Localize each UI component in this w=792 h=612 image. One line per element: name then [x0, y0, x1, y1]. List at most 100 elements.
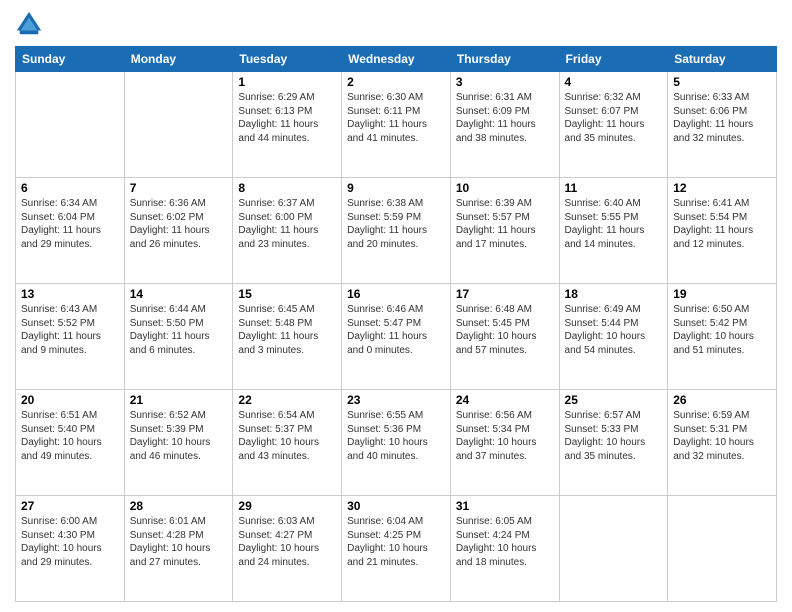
- day-number: 6: [21, 181, 119, 195]
- day-number: 29: [238, 499, 336, 513]
- calendar-week-row: 1Sunrise: 6:29 AMSunset: 6:13 PMDaylight…: [16, 72, 777, 178]
- day-number: 21: [130, 393, 228, 407]
- calendar-cell: 14 Sunrise: 6:44 AMSunset: 5:50 PMDayligh…: [124, 284, 233, 390]
- day-number: 18: [565, 287, 663, 301]
- calendar-cell: 31 Sunrise: 6:05 AMSunset: 4:24 PMDayligh…: [450, 496, 559, 602]
- cell-info: Sunrise: 6:34 AMSunset: 6:04 PMDaylight:…: [21, 197, 119, 251]
- calendar-cell: 28 Sunrise: 6:01 AMSunset: 4:28 PMDayligh…: [124, 496, 233, 602]
- calendar-cell: [559, 496, 668, 602]
- calendar-cell: 25 Sunrise: 6:57 AMSunset: 5:33 PMDayligh…: [559, 390, 668, 496]
- calendar-header-cell: Thursday: [450, 47, 559, 72]
- cell-info: Sunrise: 6:32 AMSunset: 6:07 PMDaylight:…: [565, 91, 663, 145]
- calendar-cell: 15 Sunrise: 6:45 AMSunset: 5:48 PMDayligh…: [233, 284, 342, 390]
- cell-info: Sunrise: 6:48 AMSunset: 5:45 PMDaylight:…: [456, 303, 554, 357]
- calendar-cell: 10 Sunrise: 6:39 AMSunset: 5:57 PMDayligh…: [450, 178, 559, 284]
- calendar-cell: 22 Sunrise: 6:54 AMSunset: 5:37 PMDayligh…: [233, 390, 342, 496]
- calendar-cell: 21 Sunrise: 6:52 AMSunset: 5:39 PMDayligh…: [124, 390, 233, 496]
- calendar-cell: 26 Sunrise: 6:59 AMSunset: 5:31 PMDayligh…: [668, 390, 777, 496]
- calendar-cell: 20 Sunrise: 6:51 AMSunset: 5:40 PMDayligh…: [16, 390, 125, 496]
- logo: [15, 10, 47, 38]
- calendar-cell: 9Sunrise: 6:38 AMSunset: 5:59 PMDaylight…: [342, 178, 451, 284]
- cell-info: Sunrise: 6:31 AMSunset: 6:09 PMDaylight:…: [456, 91, 554, 145]
- cell-info: Sunrise: 6:52 AMSunset: 5:39 PMDaylight:…: [130, 409, 228, 463]
- cell-info: Sunrise: 6:56 AMSunset: 5:34 PMDaylight:…: [456, 409, 554, 463]
- calendar-cell: [668, 496, 777, 602]
- calendar-header-cell: Monday: [124, 47, 233, 72]
- day-number: 17: [456, 287, 554, 301]
- day-number: 31: [456, 499, 554, 513]
- day-number: 24: [456, 393, 554, 407]
- cell-info: Sunrise: 6:44 AMSunset: 5:50 PMDaylight:…: [130, 303, 228, 357]
- day-number: 10: [456, 181, 554, 195]
- cell-info: Sunrise: 6:30 AMSunset: 6:11 PMDaylight:…: [347, 91, 445, 145]
- cell-info: Sunrise: 6:51 AMSunset: 5:40 PMDaylight:…: [21, 409, 119, 463]
- cell-info: Sunrise: 6:41 AMSunset: 5:54 PMDaylight:…: [673, 197, 771, 251]
- cell-info: Sunrise: 6:46 AMSunset: 5:47 PMDaylight:…: [347, 303, 445, 357]
- calendar-header-cell: Wednesday: [342, 47, 451, 72]
- header: [15, 10, 777, 38]
- calendar-cell: 1Sunrise: 6:29 AMSunset: 6:13 PMDaylight…: [233, 72, 342, 178]
- calendar-header-row: SundayMondayTuesdayWednesdayThursdayFrid…: [16, 47, 777, 72]
- calendar-table: SundayMondayTuesdayWednesdayThursdayFrid…: [15, 46, 777, 602]
- cell-info: Sunrise: 6:39 AMSunset: 5:57 PMDaylight:…: [456, 197, 554, 251]
- calendar-header-cell: Sunday: [16, 47, 125, 72]
- calendar-cell: 23 Sunrise: 6:55 AMSunset: 5:36 PMDayligh…: [342, 390, 451, 496]
- cell-info: Sunrise: 6:59 AMSunset: 5:31 PMDaylight:…: [673, 409, 771, 463]
- calendar-cell: 2 Sunrise: 6:30 AMSunset: 6:11 PMDaylight…: [342, 72, 451, 178]
- calendar-header-cell: Friday: [559, 47, 668, 72]
- day-number: 23: [347, 393, 445, 407]
- day-number: 26: [673, 393, 771, 407]
- day-number: 25: [565, 393, 663, 407]
- calendar-cell: 5 Sunrise: 6:33 AMSunset: 6:06 PMDaylight…: [668, 72, 777, 178]
- cell-info: Sunrise: 6:45 AMSunset: 5:48 PMDaylight:…: [238, 303, 336, 357]
- calendar-cell: 3Sunrise: 6:31 AMSunset: 6:09 PMDaylight…: [450, 72, 559, 178]
- day-number: 14: [130, 287, 228, 301]
- calendar-cell: 16Sunrise: 6:46 AMSunset: 5:47 PMDayligh…: [342, 284, 451, 390]
- day-number: 9: [347, 181, 445, 195]
- cell-info: Sunrise: 6:04 AMSunset: 4:25 PMDaylight:…: [347, 515, 445, 569]
- day-number: 1: [238, 75, 336, 89]
- cell-info: Sunrise: 6:49 AMSunset: 5:44 PMDaylight:…: [565, 303, 663, 357]
- cell-info: Sunrise: 6:37 AMSunset: 6:00 PMDaylight:…: [238, 197, 336, 251]
- cell-info: Sunrise: 6:05 AMSunset: 4:24 PMDaylight:…: [456, 515, 554, 569]
- day-number: 12: [673, 181, 771, 195]
- day-number: 7: [130, 181, 228, 195]
- cell-info: Sunrise: 6:33 AMSunset: 6:06 PMDaylight:…: [673, 91, 771, 145]
- cell-info: Sunrise: 6:43 AMSunset: 5:52 PMDaylight:…: [21, 303, 119, 357]
- day-number: 20: [21, 393, 119, 407]
- cell-info: Sunrise: 6:36 AMSunset: 6:02 PMDaylight:…: [130, 197, 228, 251]
- cell-info: Sunrise: 6:00 AMSunset: 4:30 PMDaylight:…: [21, 515, 119, 569]
- cell-info: Sunrise: 6:50 AMSunset: 5:42 PMDaylight:…: [673, 303, 771, 357]
- calendar-cell: 8Sunrise: 6:37 AMSunset: 6:00 PMDaylight…: [233, 178, 342, 284]
- calendar-week-row: 6 Sunrise: 6:34 AMSunset: 6:04 PMDaylight…: [16, 178, 777, 284]
- calendar-cell: [124, 72, 233, 178]
- logo-icon: [15, 10, 43, 38]
- day-number: 2: [347, 75, 445, 89]
- calendar-cell: 27Sunrise: 6:00 AMSunset: 4:30 PMDayligh…: [16, 496, 125, 602]
- cell-info: Sunrise: 6:57 AMSunset: 5:33 PMDaylight:…: [565, 409, 663, 463]
- calendar-cell: 4Sunrise: 6:32 AMSunset: 6:07 PMDaylight…: [559, 72, 668, 178]
- calendar-cell: 17 Sunrise: 6:48 AMSunset: 5:45 PMDayligh…: [450, 284, 559, 390]
- day-number: 11: [565, 181, 663, 195]
- cell-info: Sunrise: 6:03 AMSunset: 4:27 PMDaylight:…: [238, 515, 336, 569]
- calendar-cell: 29 Sunrise: 6:03 AMSunset: 4:27 PMDayligh…: [233, 496, 342, 602]
- day-number: 13: [21, 287, 119, 301]
- day-number: 28: [130, 499, 228, 513]
- calendar-cell: 11 Sunrise: 6:40 AMSunset: 5:55 PMDayligh…: [559, 178, 668, 284]
- cell-info: Sunrise: 6:01 AMSunset: 4:28 PMDaylight:…: [130, 515, 228, 569]
- calendar-week-row: 13 Sunrise: 6:43 AMSunset: 5:52 PMDayligh…: [16, 284, 777, 390]
- calendar-cell: 7 Sunrise: 6:36 AMSunset: 6:02 PMDaylight…: [124, 178, 233, 284]
- cell-info: Sunrise: 6:54 AMSunset: 5:37 PMDaylight:…: [238, 409, 336, 463]
- day-number: 5: [673, 75, 771, 89]
- calendar-cell: 19Sunrise: 6:50 AMSunset: 5:42 PMDayligh…: [668, 284, 777, 390]
- cell-info: Sunrise: 6:40 AMSunset: 5:55 PMDaylight:…: [565, 197, 663, 251]
- calendar-cell: 30Sunrise: 6:04 AMSunset: 4:25 PMDayligh…: [342, 496, 451, 602]
- cell-info: Sunrise: 6:55 AMSunset: 5:36 PMDaylight:…: [347, 409, 445, 463]
- calendar-cell: 6 Sunrise: 6:34 AMSunset: 6:04 PMDaylight…: [16, 178, 125, 284]
- page: SundayMondayTuesdayWednesdayThursdayFrid…: [0, 0, 792, 612]
- day-number: 22: [238, 393, 336, 407]
- calendar-header-cell: Saturday: [668, 47, 777, 72]
- day-number: 15: [238, 287, 336, 301]
- calendar-cell: 18 Sunrise: 6:49 AMSunset: 5:44 PMDayligh…: [559, 284, 668, 390]
- calendar-week-row: 20 Sunrise: 6:51 AMSunset: 5:40 PMDayligh…: [16, 390, 777, 496]
